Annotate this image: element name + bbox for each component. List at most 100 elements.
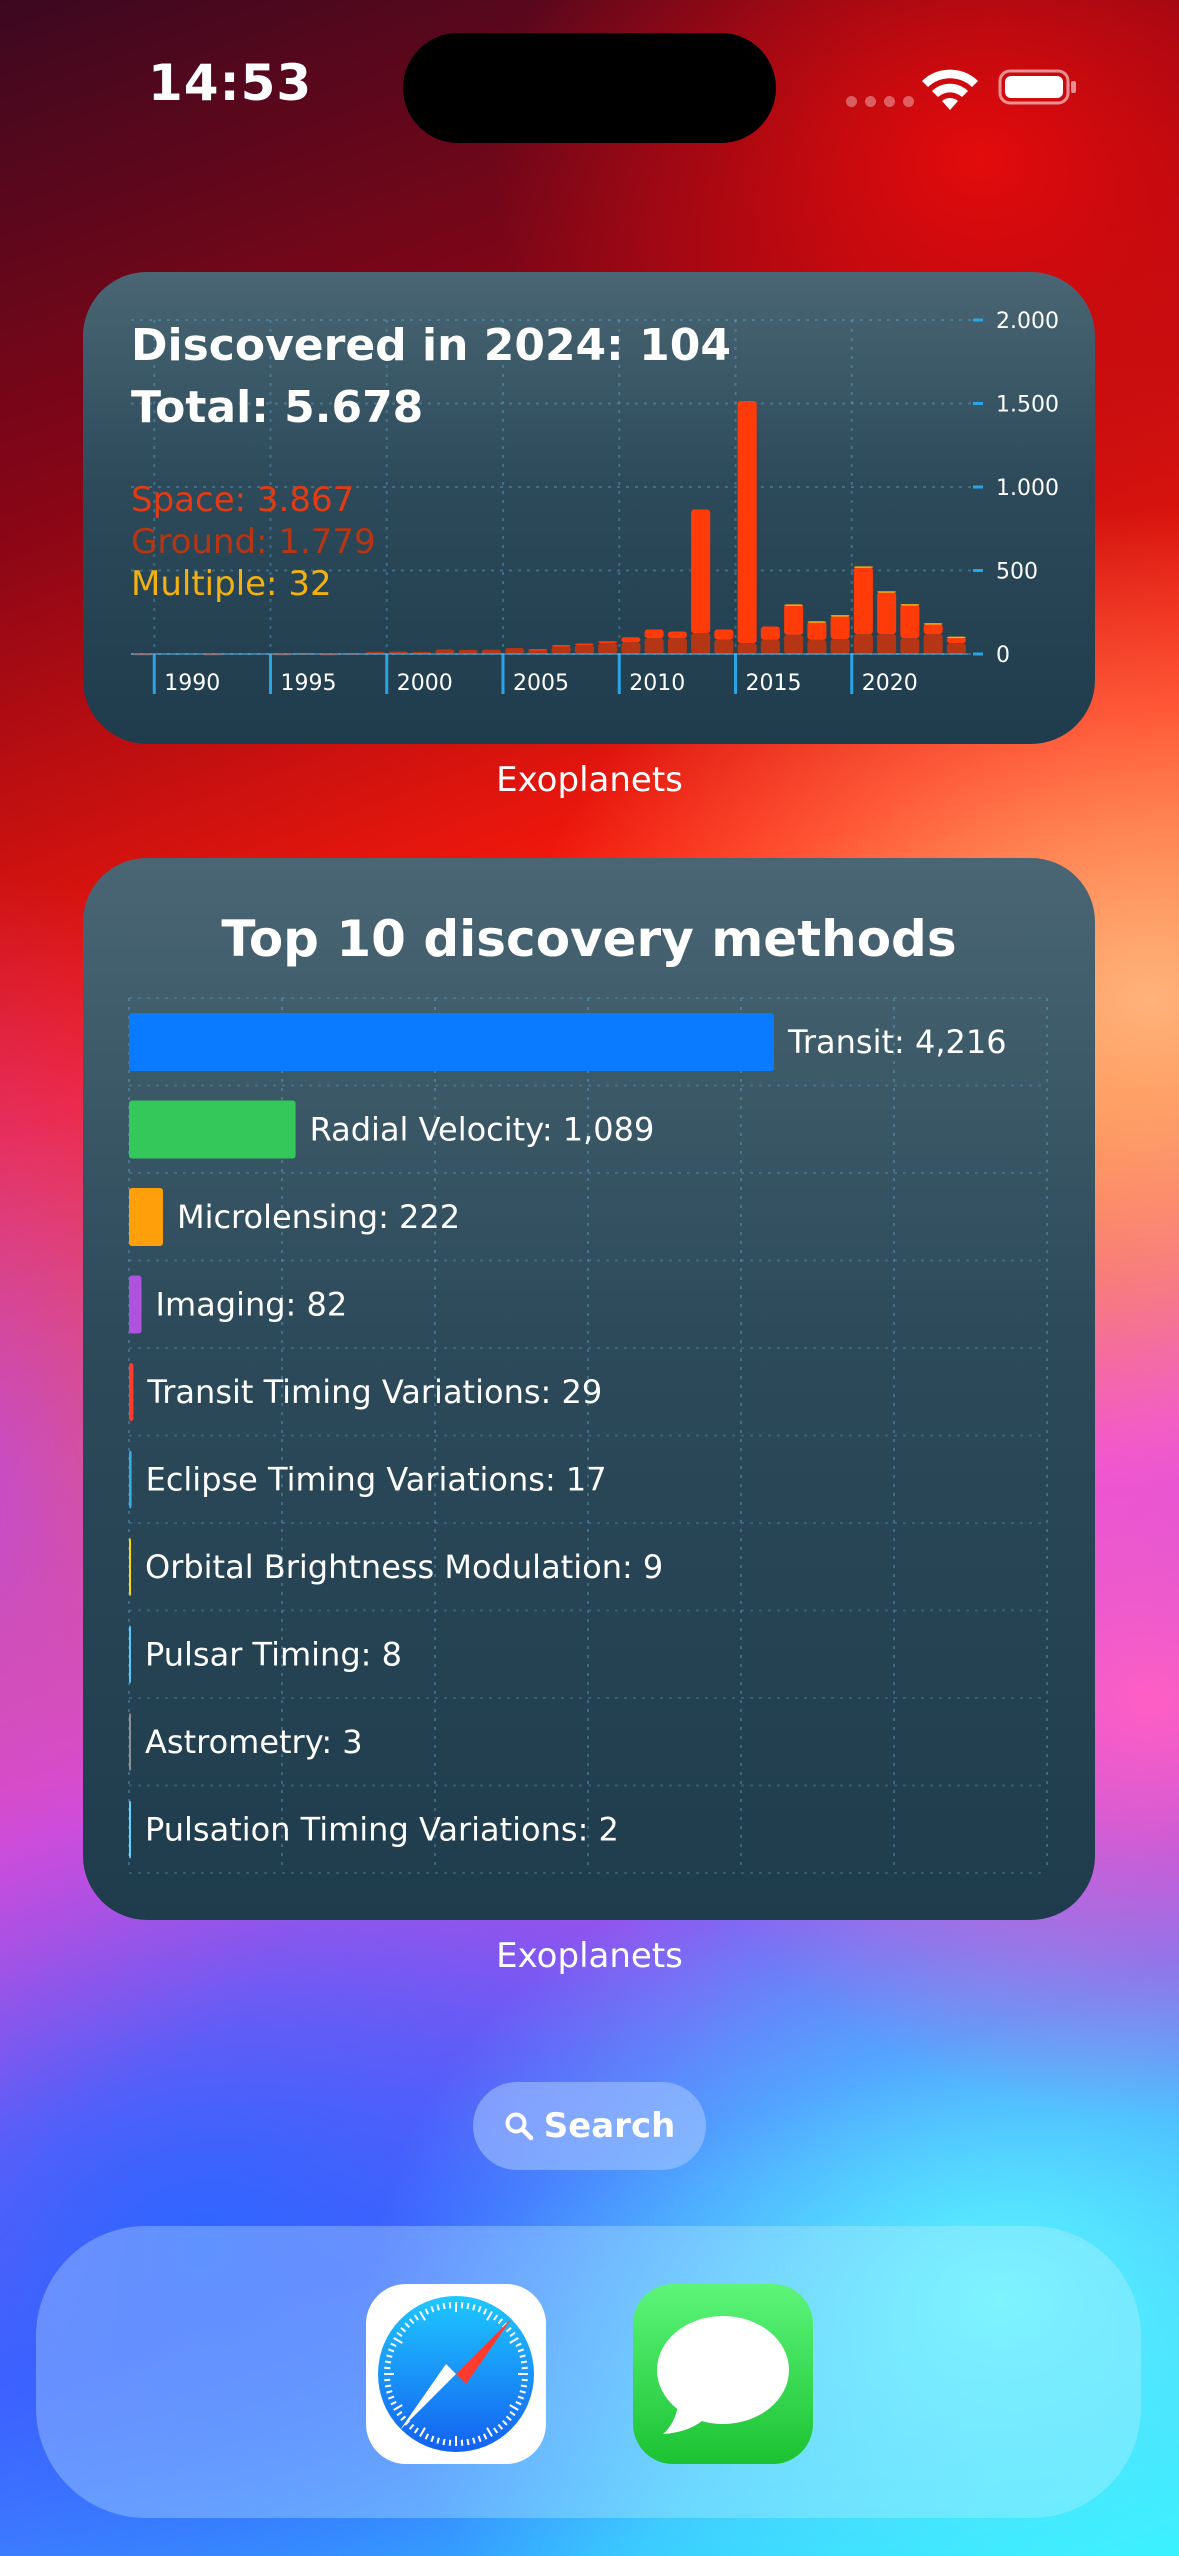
hist-xtick-label: 1995	[281, 671, 337, 696]
hist-bar-ground	[923, 633, 943, 654]
hist-bar-space	[551, 644, 571, 647]
method-bar	[129, 1625, 131, 1684]
hist-bar-ground	[830, 638, 850, 654]
multiple-count: Multiple: 32	[131, 564, 332, 604]
method-bar-label: Transit Timing Variations: 29	[146, 1373, 602, 1411]
hist-ytick-label: 2.000	[996, 309, 1059, 334]
hist-bar-ground	[691, 633, 711, 654]
hist-bar-space	[644, 629, 664, 639]
method-bar	[129, 1013, 774, 1071]
status-bar: 14:53	[0, 0, 1179, 170]
hist-bar-multiple	[946, 636, 966, 639]
compass-tick	[442, 2302, 446, 2310]
hist-xtick-label: 2015	[746, 671, 802, 696]
hist-bar-ground	[644, 638, 664, 654]
hist-bar-multiple	[923, 623, 943, 625]
compass-tick	[448, 2439, 452, 2446]
method-bar	[129, 1188, 163, 1246]
compass-tick	[521, 2378, 528, 2382]
hist-bar-space	[877, 592, 897, 634]
hist-bar-space	[737, 400, 757, 644]
compass-tick	[384, 2378, 391, 2382]
hist-bar-ground	[946, 643, 966, 654]
discovery-methods-widget[interactable]: Top 10 discovery methods Transit: 4,216 R…	[83, 858, 1095, 1920]
hist-bar-space	[900, 604, 920, 639]
method-bar-label: Pulsar Timing: 8	[145, 1636, 402, 1674]
method-bar-label: Radial Velocity: 1,089	[310, 1111, 655, 1149]
hist-bar-ground	[784, 634, 804, 654]
hist-bar-ground	[760, 639, 780, 654]
method-bar-label: Microlensing: 222	[177, 1198, 460, 1236]
ground-count: Ground: 1.779	[131, 522, 376, 562]
hist-bar-space	[714, 629, 734, 640]
method-bar	[129, 1275, 142, 1334]
search-label: Search	[543, 2106, 676, 2146]
dock	[36, 2226, 1141, 2518]
hist-bar-ground	[621, 642, 641, 654]
hist-ytick-label: 500	[996, 560, 1038, 585]
hist-bar-space	[528, 649, 548, 651]
method-bar-label: Eclipse Timing Variations: 17	[146, 1461, 607, 1499]
status-time: 14:53	[148, 54, 313, 112]
hist-xtick-label: 1990	[164, 671, 220, 696]
widget-label-exoplanets: Exoplanets	[496, 760, 683, 800]
hist-xtick-label: 2020	[862, 671, 918, 696]
battery-icon	[998, 69, 1076, 105]
messages-app-icon[interactable]	[633, 2284, 813, 2464]
compass-tick	[460, 2439, 464, 2446]
method-bar-label: Pulsation Timing Variations: 2	[145, 1811, 619, 1849]
space-count: Space: 3.867	[131, 480, 355, 520]
safari-app-icon[interactable]	[366, 2284, 546, 2464]
hist-bar-space	[621, 637, 641, 643]
hist-ytick-label: 1.500	[996, 393, 1059, 418]
hist-bar-ground	[574, 644, 594, 654]
method-bar	[129, 1363, 134, 1421]
hist-bar-space	[598, 641, 618, 643]
method-bar	[129, 1100, 296, 1159]
discovered-this-year: Discovered in 2024: 104	[131, 320, 731, 371]
hist-bar-space	[807, 621, 827, 640]
hist-bar-multiple	[900, 604, 920, 606]
hist-bar-space	[830, 615, 850, 639]
hist-ytick-label: 1.000	[996, 476, 1059, 501]
search-button[interactable]: Search	[473, 2082, 706, 2170]
discoveries-widget[interactable]: 2.000 1.500 1.000 500 0 1990 1995 2000 2005 2010 2…	[83, 272, 1095, 744]
hist-bar-space	[923, 623, 943, 634]
wifi-icon	[922, 69, 978, 110]
hist-bar-space	[760, 626, 780, 640]
dynamic-island	[403, 33, 776, 143]
hist-bar-ground	[667, 638, 687, 654]
method-bar-label: Imaging: 82	[156, 1286, 348, 1324]
compass-tick	[520, 2384, 528, 2388]
hist-xtick-label: 2005	[513, 671, 569, 696]
hist-bar-space	[691, 509, 711, 634]
compass-tick	[460, 2302, 464, 2309]
method-bar	[129, 1713, 131, 1771]
hist-ytick-label: 0	[996, 643, 1010, 668]
compass-tick	[384, 2384, 392, 2388]
compass-tick	[521, 2366, 528, 2370]
methods-bar-chart: Transit: 4,216 Radial Velocity: 1,089 Micr…	[128, 997, 1048, 1874]
hist-bar-ground	[737, 643, 757, 654]
hist-bar-ground	[900, 638, 920, 654]
hist-xtick-label: 2010	[629, 671, 685, 696]
method-bar-label: Transit: 4,216	[787, 1023, 1007, 1061]
method-bar	[129, 1800, 131, 1859]
cellular-signal-icon	[846, 96, 914, 107]
compass-tick	[442, 2438, 446, 2446]
method-bar-label: Orbital Brightness Modulation: 9	[145, 1548, 663, 1586]
total-count: Total: 5.678	[131, 382, 424, 433]
hist-bar-space	[667, 631, 687, 639]
compass-tick	[466, 2438, 470, 2446]
hist-bar-ground	[598, 642, 618, 654]
safari-compass-icon	[378, 2296, 534, 2452]
compass-tick	[520, 2360, 528, 2364]
method-bar	[129, 1450, 132, 1509]
method-bar	[129, 1538, 131, 1596]
speech-bubble-icon	[657, 2316, 789, 2434]
hist-bar-ground	[807, 639, 827, 654]
hist-bar-space	[853, 567, 873, 634]
compass-tick	[466, 2302, 470, 2310]
hist-bar-ground	[714, 639, 734, 654]
search-icon	[505, 2112, 533, 2141]
